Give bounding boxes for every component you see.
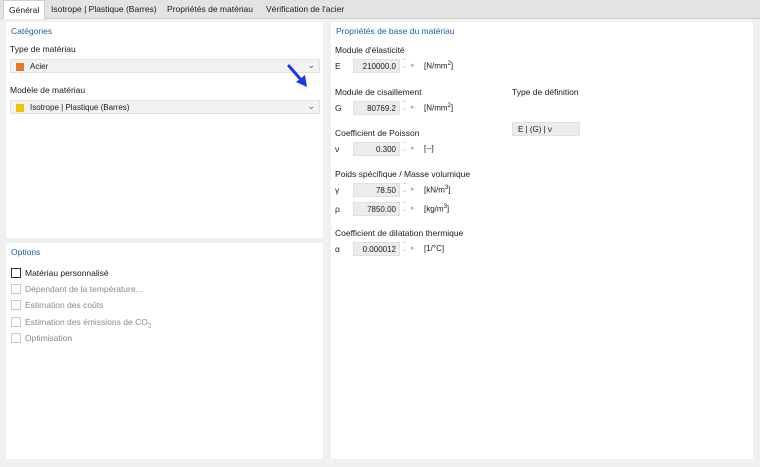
chevron-down-icon[interactable]: ⌄ bbox=[307, 101, 315, 112]
gamma-symbol: γ bbox=[335, 185, 340, 195]
material-color-swatch bbox=[16, 63, 24, 71]
shear-heading: Module de cisaillement bbox=[335, 87, 422, 97]
gamma-unit: [kN/m3] bbox=[424, 185, 451, 195]
options-title: Options bbox=[11, 247, 41, 257]
rho-unit: [kg/m3] bbox=[424, 204, 450, 214]
spinner-icon[interactable]: ⌃ ⌄ bbox=[402, 202, 408, 213]
elasticity-unit: [N/mm2] bbox=[424, 61, 454, 71]
options-panel: Options Matériau personnalisé Dépendant … bbox=[6, 243, 323, 459]
properties-title: Propriétés de base du matériau bbox=[336, 26, 455, 36]
custom-material-label: Matériau personnalisé bbox=[25, 268, 109, 278]
optimization-checkbox[interactable] bbox=[11, 333, 21, 343]
shear-symbol: G bbox=[335, 103, 342, 113]
rho-symbol: ρ bbox=[335, 204, 340, 214]
co2-estimation-label: Estimation des émissions de CO2 bbox=[25, 317, 152, 330]
gamma-input[interactable]: 78.50 bbox=[353, 183, 400, 197]
spinner-icon[interactable]: ⌃ ⌄ bbox=[402, 142, 408, 153]
material-model-select[interactable]: Isotrope | Plastique (Barres) ⌄ bbox=[10, 100, 320, 114]
co2-estimation-checkbox[interactable] bbox=[11, 317, 21, 327]
arrow-right-icon[interactable]: ▸ bbox=[411, 185, 415, 193]
arrow-right-icon[interactable]: ▸ bbox=[411, 103, 415, 111]
spinner-icon[interactable]: ⌃ ⌄ bbox=[402, 59, 408, 70]
weight-heading: Poids spécifique / Masse volumique bbox=[335, 169, 471, 179]
definition-type-heading: Type de définition bbox=[512, 87, 579, 97]
material-model-label: Modèle de matériau bbox=[10, 85, 86, 95]
tab-proprietes-materiau[interactable]: Propriétés de matériau bbox=[162, 0, 258, 18]
material-type-value: Acier bbox=[30, 62, 49, 71]
poisson-symbol: ν bbox=[335, 144, 340, 154]
categories-title: Catégories bbox=[11, 26, 53, 36]
arrow-right-icon[interactable]: ▸ bbox=[411, 61, 415, 69]
poisson-input[interactable]: 0.300 bbox=[353, 142, 400, 156]
material-type-label: Type de matériau bbox=[10, 44, 76, 54]
temperature-dependent-label: Dépendant de la température... bbox=[25, 284, 143, 294]
tab-isotrope-plastique[interactable]: Isotrope | Plastique (Barres) bbox=[46, 0, 162, 18]
optimization-label: Optimisation bbox=[25, 333, 73, 343]
poisson-unit: [--] bbox=[424, 144, 434, 153]
material-type-select[interactable]: Acier ⌄ bbox=[10, 59, 320, 73]
thermal-heading: Coefficient de dilatation thermique bbox=[335, 228, 464, 238]
spinner-icon[interactable]: ⌃ ⌄ bbox=[402, 183, 408, 194]
elasticity-heading: Module d'élasticité bbox=[335, 45, 405, 55]
rho-input[interactable]: 7850.00 bbox=[353, 202, 400, 216]
cost-estimation-label: Estimation des coûts bbox=[25, 300, 104, 310]
categories-panel: Catégories Type de matériau Acier ⌄ Modè… bbox=[6, 22, 323, 238]
thermal-unit: [1/°C] bbox=[424, 244, 445, 253]
spinner-icon[interactable]: ⌃ ⌄ bbox=[402, 101, 408, 112]
tab-general[interactable]: Général bbox=[3, 0, 46, 19]
elasticity-input[interactable]: 210000.0 bbox=[353, 59, 400, 73]
arrow-right-icon[interactable]: ▸ bbox=[411, 244, 415, 252]
tab-verification-acier[interactable]: Vérification de l'acier bbox=[261, 0, 349, 18]
material-model-value: Isotrope | Plastique (Barres) bbox=[30, 103, 130, 112]
temperature-dependent-checkbox[interactable] bbox=[11, 284, 21, 294]
blue-pointer-arrow-icon bbox=[287, 64, 307, 87]
arrow-right-icon[interactable]: ▸ bbox=[411, 144, 415, 152]
alpha-symbol: α bbox=[335, 244, 340, 254]
properties-panel: Propriétés de base du matériau Module d'… bbox=[331, 22, 753, 459]
cost-estimation-checkbox[interactable] bbox=[11, 300, 21, 310]
shear-input[interactable]: 80769.2 bbox=[353, 101, 400, 115]
definition-type-select[interactable]: E | (G) | ν bbox=[512, 122, 580, 136]
elasticity-symbol: E bbox=[335, 61, 341, 71]
arrow-right-icon[interactable]: ▸ bbox=[411, 204, 415, 212]
shear-unit: [N/mm2] bbox=[424, 103, 454, 113]
model-color-swatch bbox=[16, 104, 24, 112]
custom-material-checkbox[interactable] bbox=[11, 268, 21, 278]
thermal-input[interactable]: 0.000012 bbox=[353, 242, 400, 256]
poisson-heading: Coefficient de Poisson bbox=[335, 128, 420, 138]
spinner-icon[interactable]: ⌃ ⌄ bbox=[402, 242, 408, 253]
tab-bar: Général Isotrope | Plastique (Barres) Pr… bbox=[0, 0, 760, 19]
